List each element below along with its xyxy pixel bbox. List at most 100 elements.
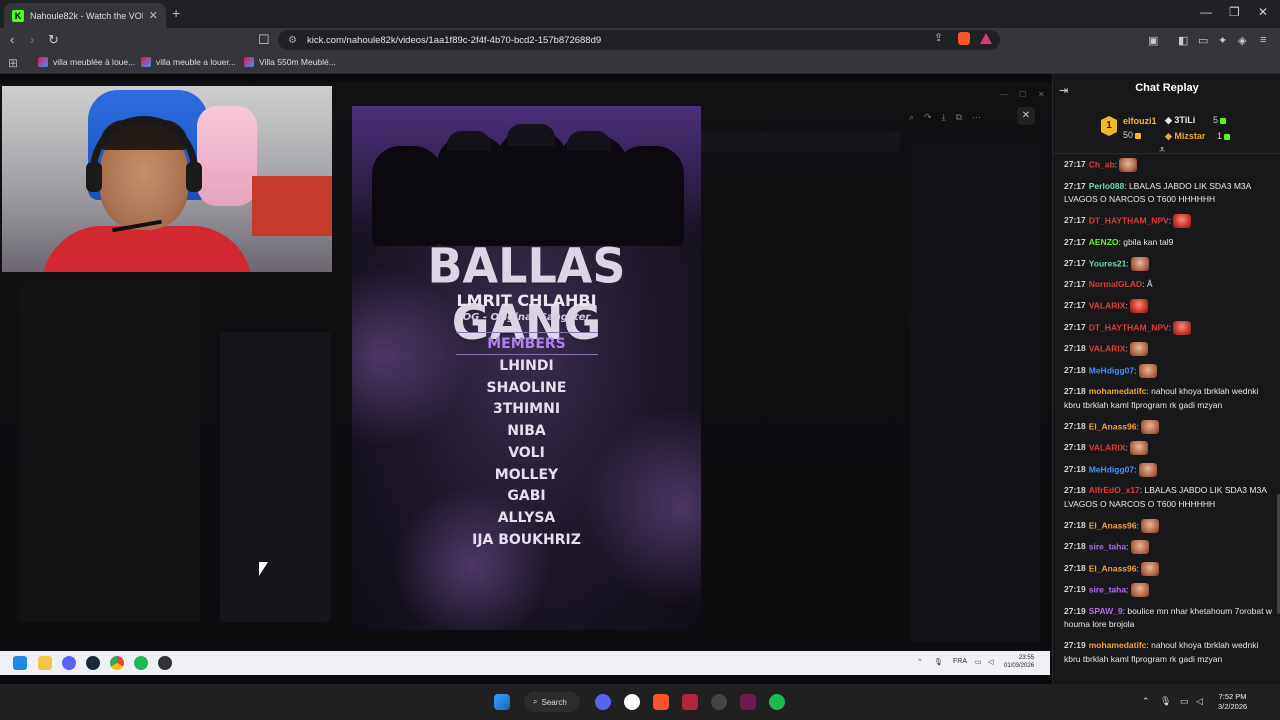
chat-username[interactable]: Youres21 [1089, 258, 1127, 268]
tray-lang: FRA [953, 658, 967, 665]
mouse-cursor-icon [259, 562, 268, 576]
chat-replay-panel: ⇥ Chat Replay 1 elfouzi1 50 ◆ 3TiLi 5 ◆ … [1052, 74, 1280, 684]
chat-username[interactable]: sire_taha [1089, 584, 1126, 594]
poster-member: 3THIMNI [492, 401, 561, 418]
chat-message: 27:18 sire_taha: [1064, 540, 1273, 554]
poster-divider [456, 354, 598, 355]
gifter-count: 1 [1217, 131, 1231, 141]
tray-chevron-icon[interactable]: ⌃ [1142, 696, 1150, 707]
chat-username[interactable]: mohamedatifc [1089, 386, 1147, 396]
brave-rewards-icon[interactable] [980, 33, 992, 44]
app-icon[interactable] [682, 694, 698, 710]
image-close-icon[interactable]: ✕ [1017, 107, 1035, 125]
zoom-icon[interactable]: ⌕ [909, 112, 914, 123]
app-icon [158, 656, 172, 670]
new-tab-button[interactable]: + [172, 5, 180, 21]
tray-network-icon[interactable]: ▭ [1180, 696, 1189, 707]
kick-icon: K [12, 9, 24, 22]
chat-username[interactable]: VALARIX [1089, 442, 1126, 452]
chat-username[interactable]: Ch_ab [1089, 159, 1115, 169]
gift-icon [1224, 133, 1231, 140]
chat-message: 27:17 NormalGLAD: Â [1064, 278, 1273, 292]
chat-username[interactable]: SPAW_9 [1089, 606, 1123, 616]
explorer-icon [38, 656, 52, 670]
close-tab-icon[interactable]: ✕ [149, 9, 158, 22]
open-external-icon[interactable]: ⧉ [956, 112, 962, 123]
bookmark-icon[interactable]: ☐ [258, 32, 270, 48]
chat-username[interactable]: El_Anass96 [1089, 520, 1137, 530]
inner-minimize-icon: — [1000, 90, 1008, 99]
taskbar-search[interactable]: ⌕ Search [524, 692, 580, 712]
bookmark-item[interactable]: villa meublée à loue... [38, 57, 135, 67]
share-icon[interactable]: ⇪ [934, 31, 943, 44]
windows-start-icon[interactable] [494, 694, 510, 710]
chat-username[interactable]: mohamedatifc [1089, 640, 1147, 650]
gifter-name[interactable]: ◆ 3TiLi [1165, 115, 1195, 126]
media-icon[interactable]: ▣ [1148, 34, 1158, 47]
chat-username[interactable]: El_Anass96 [1089, 421, 1137, 431]
github-icon[interactable] [624, 694, 640, 710]
emote-icon [1138, 363, 1157, 378]
apps-icon[interactable]: ⊞ [8, 56, 18, 70]
tray-volume-icon[interactable]: ◁ [1196, 696, 1203, 707]
chat-username[interactable]: DT_HAYTHAM_NPV [1089, 215, 1169, 225]
chat-username[interactable]: MeHdigg07 [1089, 464, 1134, 474]
vpn-icon[interactable]: ◈ [1238, 34, 1246, 47]
bookmark-item[interactable]: Villa 550m Meublé... [244, 57, 336, 67]
discord-icon[interactable] [595, 694, 611, 710]
more-icon[interactable]: ⋯ [972, 112, 981, 123]
emote-icon [1138, 462, 1157, 477]
reload-icon[interactable]: ↻ [48, 32, 59, 48]
back-icon[interactable]: ‹ [10, 32, 14, 47]
download-icon[interactable]: ⤓ [942, 112, 946, 123]
gang-cap [447, 131, 491, 151]
app-icon[interactable] [711, 694, 727, 710]
chat-username[interactable]: AENZO [1089, 237, 1119, 247]
chat-username[interactable]: NormalGLAD [1089, 279, 1142, 289]
chat-timestamp: 27:18 [1064, 420, 1086, 431]
emote-icon [1130, 441, 1149, 455]
screen: K Nahoule82k - Watch the VOD o ✕ + — ❐ ✕… [0, 0, 1280, 720]
inner-close-icon: ✕ [1038, 90, 1045, 99]
wallet-icon[interactable]: ▭ [1198, 34, 1208, 47]
chat-username[interactable]: VALARIX [1089, 300, 1126, 310]
gifter-name[interactable]: ◆ Mizstar [1165, 131, 1205, 142]
poster-divider [456, 332, 598, 333]
chat-username[interactable]: sire_taha [1089, 541, 1126, 551]
minimize-icon[interactable]: — [1200, 5, 1212, 19]
sidebar-icon[interactable]: ◧ [1178, 34, 1188, 47]
chat-message: 27:18 MeHdigg07: [1064, 363, 1273, 378]
chat-timestamp: 27:17 [1064, 159, 1086, 170]
restore-icon[interactable]: ❐ [1229, 5, 1240, 19]
chat-timestamp: 27:17 [1064, 321, 1086, 332]
close-window-icon[interactable]: ✕ [1258, 5, 1268, 19]
forward-icon[interactable]: › [30, 32, 34, 47]
poster-member: NIBA [507, 423, 546, 440]
site-info-icon[interactable]: ⚙ [288, 35, 297, 46]
gifter-name[interactable]: elfouzi1 [1123, 116, 1157, 126]
chat-username[interactable]: MeHdigg07 [1089, 365, 1134, 375]
menu-icon[interactable]: ≡ [1260, 34, 1266, 46]
chat-username[interactable]: VALARIX [1089, 343, 1126, 353]
emote-icon [1130, 342, 1149, 356]
chat-timestamp: 27:17 [1064, 257, 1086, 268]
brave-shields-icon[interactable] [958, 32, 970, 45]
chat-username[interactable]: El_Anass96 [1089, 563, 1137, 573]
leo-icon[interactable]: ✦ [1218, 34, 1227, 47]
spotify-icon[interactable] [769, 694, 785, 710]
chat-username[interactable]: Perlo088 [1089, 181, 1124, 191]
browser-tab[interactable]: K Nahoule82k - Watch the VOD o ✕ [4, 3, 166, 28]
os-clock[interactable]: 7:52 PM 3/2/2026 [1218, 692, 1247, 712]
app-icon[interactable] [740, 694, 756, 710]
chat-username[interactable]: DT_HAYTHAM_NPV [1089, 322, 1169, 332]
brave-icon[interactable] [653, 694, 669, 710]
rotate-icon[interactable]: ↷ [924, 112, 932, 123]
chat-timestamp: 27:18 [1064, 364, 1086, 375]
stream-clock: 23:55 01/03/2026 [1004, 655, 1035, 669]
bookmark-item[interactable]: villa meuble a louer... [141, 57, 236, 67]
tray-mic-icon[interactable]: 🎙 [1160, 696, 1171, 707]
chat-message-list[interactable]: 27:17 Ch_ab: 27:17 Perlo088: LBALAS JABDO … [1053, 158, 1280, 684]
chat-sort-icon[interactable]: ⩡ [1159, 144, 1165, 157]
chat-username[interactable]: AlfrEdO_x17 [1089, 485, 1140, 495]
address-bar[interactable]: ⚙ kick.com/nahoule82k/videos/1aa1f89c-2f… [278, 30, 1000, 50]
